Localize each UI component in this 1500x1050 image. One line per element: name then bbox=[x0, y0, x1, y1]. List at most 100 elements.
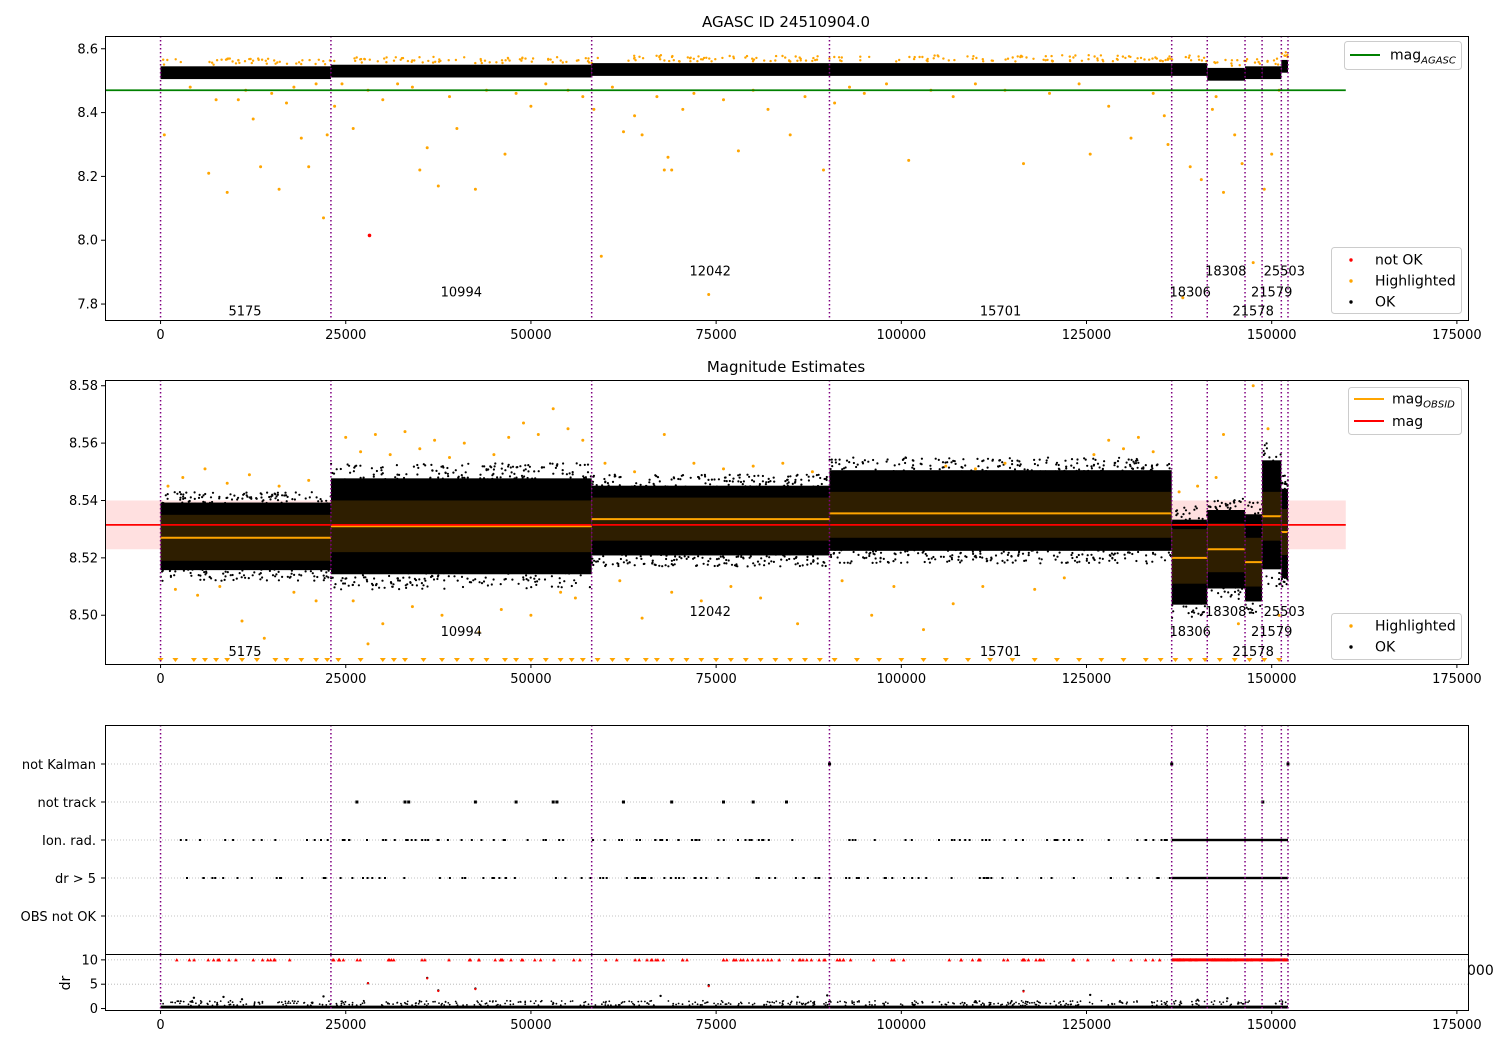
magnitude-ok-point bbox=[874, 550, 877, 553]
magnitude-ok-point bbox=[424, 579, 427, 582]
agasc-highlighted-point bbox=[1022, 162, 1025, 166]
dr-point bbox=[800, 1002, 803, 1005]
agasc-highlighted-edge-point bbox=[264, 59, 267, 62]
dr-point bbox=[790, 1000, 793, 1003]
magnitude-ok-point bbox=[446, 472, 449, 475]
magnitude-ok-point bbox=[1262, 449, 1265, 453]
magnitude-ok-point bbox=[952, 459, 955, 462]
agasc-highlighted-edge-point bbox=[1200, 59, 1204, 62]
flag-point bbox=[526, 839, 529, 841]
agasc-obsid-label: 12042 bbox=[690, 265, 731, 280]
magnitude-ok-point bbox=[446, 466, 449, 470]
agasc-highlighted-point bbox=[1129, 136, 1133, 140]
agasc-highlighted-point bbox=[207, 171, 211, 175]
magnitude-ok-point bbox=[726, 485, 729, 488]
magnitude-ok-point bbox=[1145, 562, 1148, 565]
agasc-highlighted-edge-point bbox=[250, 61, 253, 65]
magnitude-ok-point bbox=[1078, 560, 1081, 563]
flag-point bbox=[654, 839, 657, 841]
magnitude-ok-point bbox=[366, 580, 369, 583]
agasc-highlighted-edge-point bbox=[1238, 63, 1241, 67]
dr-point bbox=[1005, 1004, 1008, 1006]
magnitude-ok-point bbox=[1038, 458, 1041, 461]
magnitude-ok-point bbox=[901, 458, 905, 461]
agasc-highlighted-point bbox=[1222, 190, 1225, 194]
magnitude-ok-point bbox=[569, 479, 572, 482]
dr-point bbox=[180, 1000, 182, 1003]
magnitude-ok-point bbox=[359, 476, 362, 479]
dr-point bbox=[284, 1002, 287, 1005]
agasc-highlighted-point bbox=[473, 187, 477, 191]
agasc-highlighted-edge-point bbox=[837, 56, 841, 59]
magnitude-ok-point bbox=[951, 554, 954, 557]
magnitude-ok-point bbox=[1090, 553, 1093, 556]
magnitude-ok-point bbox=[418, 578, 421, 581]
magnitude-ok-point bbox=[1282, 474, 1285, 478]
magnitude-ok-point bbox=[1283, 482, 1286, 485]
magnitude-ok-point bbox=[651, 559, 654, 562]
magnitude-ok-point bbox=[929, 467, 932, 470]
magnitude-ok-point bbox=[1124, 557, 1127, 560]
mag-obsid-band bbox=[1207, 523, 1246, 573]
flag-point bbox=[737, 839, 739, 841]
magnitude-ok-point bbox=[173, 491, 176, 494]
dr-point bbox=[1278, 1000, 1281, 1003]
dr-point bbox=[1036, 1000, 1039, 1003]
magnitude-ok-point bbox=[920, 463, 923, 466]
magnitude-ok-point bbox=[1039, 562, 1042, 565]
magnitude-ok-point bbox=[1001, 461, 1004, 464]
agasc-highlighted-point bbox=[707, 293, 711, 296]
magnitude-ok-point bbox=[431, 469, 434, 472]
agasc-highlighted-edge-point bbox=[577, 59, 580, 62]
magnitude-ok-point bbox=[1282, 580, 1285, 583]
magnitude-ok-point bbox=[233, 494, 236, 497]
magnitude-ok-point bbox=[1263, 444, 1266, 447]
magnitude-ok-point bbox=[354, 465, 357, 468]
dr-point bbox=[555, 1002, 558, 1005]
agasc-highlighted-edge-point bbox=[501, 61, 504, 65]
agasc-highlighted-edge-point bbox=[411, 59, 414, 62]
magnitude-ok-point bbox=[557, 571, 560, 574]
dr-point bbox=[392, 1003, 394, 1005]
magnitude-ok-point bbox=[1092, 556, 1095, 559]
magnitude-ok-point bbox=[490, 583, 493, 586]
highlighted-legend-marker bbox=[1349, 279, 1353, 283]
dr-point bbox=[280, 1001, 283, 1004]
dr-point bbox=[911, 1003, 914, 1006]
magnitude-ok-point bbox=[174, 570, 177, 573]
magnitude-ok-point bbox=[251, 574, 254, 577]
agasc-highlighted-edge-point bbox=[1257, 60, 1260, 64]
agasc-highlighted-edge-point bbox=[1074, 54, 1077, 57]
agasc-highlighted-edge-point bbox=[942, 57, 945, 60]
flag-point bbox=[873, 839, 876, 841]
magnitude-ok-point bbox=[360, 479, 364, 482]
magnitude-ok-point bbox=[838, 551, 841, 554]
dr-point bbox=[195, 1002, 197, 1005]
magnitude-ok-point bbox=[1265, 460, 1268, 464]
agasc-highlighted-point bbox=[1233, 133, 1237, 137]
magnitude-ok-point bbox=[1150, 465, 1153, 468]
magnitude-ok-point bbox=[562, 462, 565, 465]
dr-point bbox=[1033, 1001, 1036, 1004]
magnitude-ok-point bbox=[1193, 611, 1196, 614]
magnitude-ok-point bbox=[1234, 586, 1237, 589]
agasc-highlighted-edge-point bbox=[953, 58, 956, 62]
magnitude-ok-point bbox=[1086, 464, 1089, 467]
magnitude-ok-point bbox=[402, 576, 405, 579]
magnitude-ok-point bbox=[1183, 506, 1186, 509]
flag-point bbox=[637, 877, 640, 879]
dr-x-tick-label: 175000 bbox=[1432, 1018, 1482, 1033]
magnitude-ok-point bbox=[231, 573, 234, 577]
magnitude-ok-point bbox=[604, 481, 607, 484]
dr-point bbox=[343, 1003, 346, 1006]
magnitude-ok-point bbox=[812, 475, 815, 478]
magnitude-ok-point bbox=[357, 584, 360, 587]
magnitude-ok-point bbox=[529, 576, 532, 579]
dr-point bbox=[310, 1004, 312, 1007]
dr-x-tick-label: 0 bbox=[156, 1018, 164, 1033]
flag-point bbox=[260, 839, 263, 841]
magnitude-ok-point bbox=[441, 477, 444, 480]
magnitude-ok-point bbox=[603, 477, 606, 481]
agasc-highlighted-point bbox=[1214, 95, 1218, 99]
flag-point bbox=[641, 877, 643, 879]
